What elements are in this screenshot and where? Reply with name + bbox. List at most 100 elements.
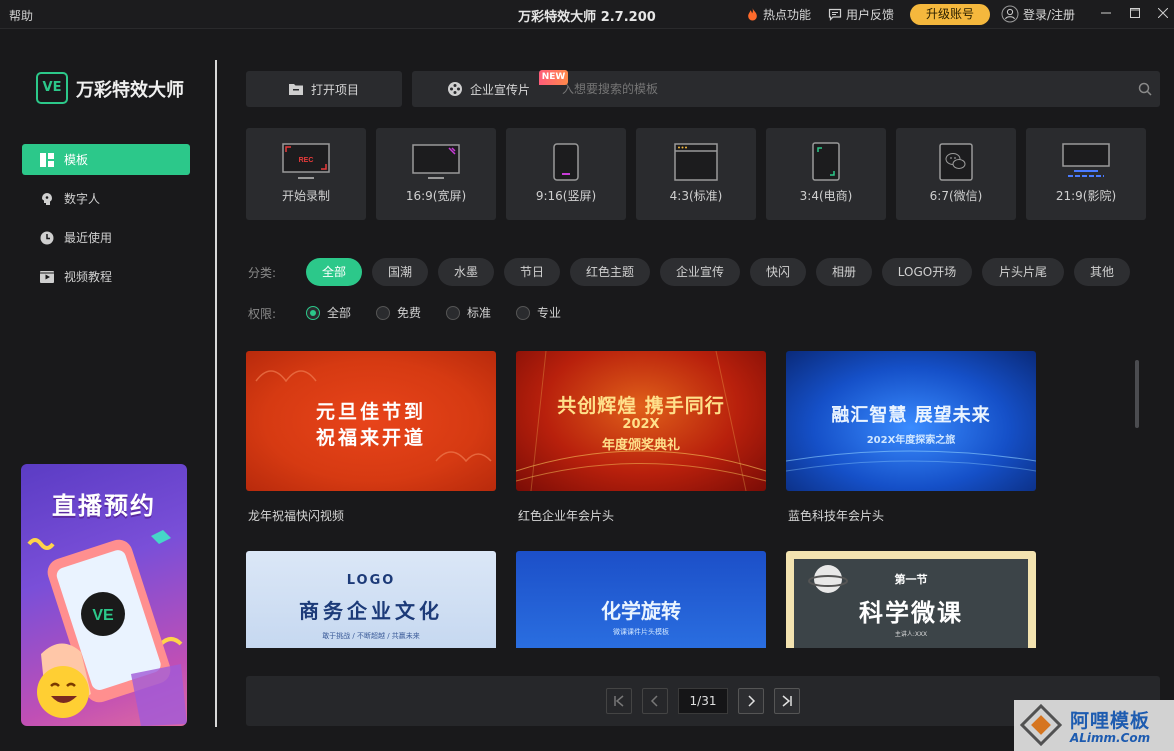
- video-tutorial-icon: [40, 270, 54, 283]
- template-thumbnail[interactable]: LOGO 商务企业文化 敢于挑战 / 不断超越 / 共赢未来: [246, 551, 496, 648]
- maximize-button[interactable]: [1124, 4, 1146, 24]
- template-thumbnail[interactable]: 第一节 科学微课 主讲人:XXX: [786, 551, 1036, 648]
- folder-icon: [288, 84, 303, 95]
- thumbnail-title: 商务企业文化: [299, 599, 443, 623]
- previous-page-button[interactable]: [642, 688, 668, 714]
- enterprise-video-label: 企业宣传片: [470, 82, 531, 97]
- hot-features-label: 热点功能: [763, 8, 812, 22]
- phone-illustration: VE: [27, 530, 187, 726]
- flame-icon: [748, 8, 757, 21]
- radio-label: 全部: [327, 306, 352, 320]
- thumbnail-year: 202X: [622, 417, 660, 432]
- widescreen-monitor-icon: [412, 144, 460, 179]
- template-caption: 龙年祝福快闪视频: [248, 509, 345, 523]
- radio-icon: [376, 305, 390, 320]
- ratio-label: 4:3(标准): [669, 189, 723, 203]
- new-badge: NEW: [539, 70, 568, 85]
- category-chip-intro-outro[interactable]: 片头片尾: [982, 258, 1064, 286]
- feedback-button[interactable]: 用户反馈: [828, 6, 894, 23]
- hot-features-button[interactable]: 热点功能: [746, 6, 811, 23]
- permission-radio-pro[interactable]: 专业: [516, 304, 561, 321]
- page-indicator[interactable]: 1/31: [678, 688, 728, 714]
- scrollbar[interactable]: [1135, 360, 1139, 428]
- sidebar-item-digital-human[interactable]: 数字人: [22, 183, 190, 214]
- template-thumbnail[interactable]: 共创辉煌 携手同行 202X 年度颁奖典礼: [516, 351, 766, 491]
- film-reel-icon: [448, 82, 462, 96]
- live-booking-banner[interactable]: 直播预约 VE: [21, 464, 187, 726]
- category-chip-red-theme[interactable]: 红色主题: [570, 258, 650, 286]
- chevron-left-icon: [650, 695, 658, 707]
- thumbnail-title: 化学旋转: [601, 599, 681, 623]
- ratio-card-3-4[interactable]: 3:4(电商): [766, 128, 886, 220]
- ratio-card-6-7[interactable]: 6:7(微信): [896, 128, 1016, 220]
- ratio-card-9-16[interactable]: 9:16(竖屏): [506, 128, 626, 220]
- search-bar[interactable]: [540, 71, 1160, 107]
- thumbnail-subtitle: 敢于挑战 / 不断超越 / 共赢未来: [322, 632, 420, 640]
- minimize-button[interactable]: [1095, 4, 1117, 24]
- ecommerce-phone-icon: [812, 142, 840, 181]
- category-chip-festival[interactable]: 节日: [504, 258, 560, 286]
- category-chip-album[interactable]: 相册: [816, 258, 872, 286]
- sidebar-item-tutorials[interactable]: 视频教程: [22, 261, 190, 292]
- watermark-text: 阿哩模板: [1070, 710, 1151, 732]
- app-name: 万彩特效大师: [76, 80, 184, 101]
- ratio-label: 21:9(影院): [1055, 189, 1117, 203]
- upgrade-account-button[interactable]: 升级账号: [910, 4, 990, 25]
- ratio-card-16-9[interactable]: 16:9(宽屏): [376, 128, 496, 220]
- category-chip-all[interactable]: 全部: [306, 258, 362, 286]
- ratio-card-21-9[interactable]: 21:9(影院): [1026, 128, 1146, 220]
- first-page-button[interactable]: [606, 688, 632, 714]
- template-thumbnail[interactable]: 融汇智慧 展望未来 202X年度探索之旅: [786, 351, 1036, 491]
- last-page-button[interactable]: [774, 688, 800, 714]
- open-project-button[interactable]: 打开项目: [246, 71, 402, 107]
- record-screen-icon: REC: [282, 143, 330, 179]
- sidebar-item-templates[interactable]: 模板: [22, 144, 190, 175]
- template-thumbnail[interactable]: 元旦佳节到 祝福来开道: [246, 351, 496, 491]
- maximize-icon: [1130, 8, 1140, 18]
- watermark-url: ALimm.Com: [1070, 731, 1151, 745]
- next-page-button[interactable]: [738, 688, 764, 714]
- clock-icon: [40, 231, 54, 244]
- close-button[interactable]: [1152, 4, 1174, 24]
- close-icon: [1157, 7, 1169, 19]
- template-caption: 蓝色科技年会片头: [788, 509, 885, 523]
- ratio-card-4-3[interactable]: 4:3(标准): [636, 128, 756, 220]
- thumbnail-title: 共创辉煌 携手同行: [557, 395, 725, 417]
- permission-radio-free[interactable]: 免费: [376, 304, 421, 321]
- template-thumbnail[interactable]: 化学旋转 微课课件片头模板: [516, 551, 766, 648]
- first-page-icon: [614, 695, 624, 707]
- banner-title: 直播预约: [52, 492, 156, 520]
- permission-radio-standard[interactable]: 标准: [446, 304, 491, 321]
- sidebar-item-label: 视频教程: [64, 270, 113, 284]
- template-caption: 红色企业年会片头: [518, 509, 615, 523]
- category-chip-guochao[interactable]: 国潮: [372, 258, 428, 286]
- wechat-icon: [939, 143, 973, 181]
- ratio-label: 6:7(微信): [929, 189, 983, 203]
- search-icon[interactable]: [1138, 82, 1152, 96]
- sidebar-item-recent[interactable]: 最近使用: [22, 222, 190, 253]
- login-label: 登录/注册: [1023, 7, 1076, 22]
- sidebar-divider: [215, 60, 217, 727]
- category-chip-other[interactable]: 其他: [1074, 258, 1130, 286]
- permission-label: 权限:: [248, 307, 277, 321]
- chevron-right-icon: [748, 695, 756, 707]
- permission-radio-all[interactable]: 全部: [306, 304, 351, 321]
- thumbnail-subtitle: 微课课件片头模板: [613, 628, 669, 636]
- digital-human-icon: [42, 192, 52, 205]
- thumbnail-section: 第一节: [894, 573, 928, 586]
- category-chip-flash[interactable]: 快闪: [750, 258, 806, 286]
- ratio-label: 开始录制: [281, 189, 330, 203]
- ratio-label: 9:16(竖屏): [535, 189, 597, 203]
- thumbnail-subtitle: 202X年度探索之旅: [866, 435, 956, 446]
- feedback-label: 用户反馈: [846, 8, 895, 22]
- search-input[interactable]: [562, 71, 1122, 107]
- category-chip-ink[interactable]: 水墨: [438, 258, 494, 286]
- open-project-label: 打开项目: [310, 82, 359, 97]
- ratio-card-record[interactable]: REC 开始录制: [246, 128, 366, 220]
- feedback-icon: [828, 8, 842, 21]
- template-icon: [40, 152, 54, 167]
- category-chip-enterprise[interactable]: 企业宣传: [660, 258, 740, 286]
- login-button[interactable]: 登录/注册: [1001, 5, 1075, 23]
- category-chip-logo-intro[interactable]: LOGO开场: [882, 258, 972, 286]
- thumbnail-title: 融汇智慧 展望未来: [831, 405, 991, 426]
